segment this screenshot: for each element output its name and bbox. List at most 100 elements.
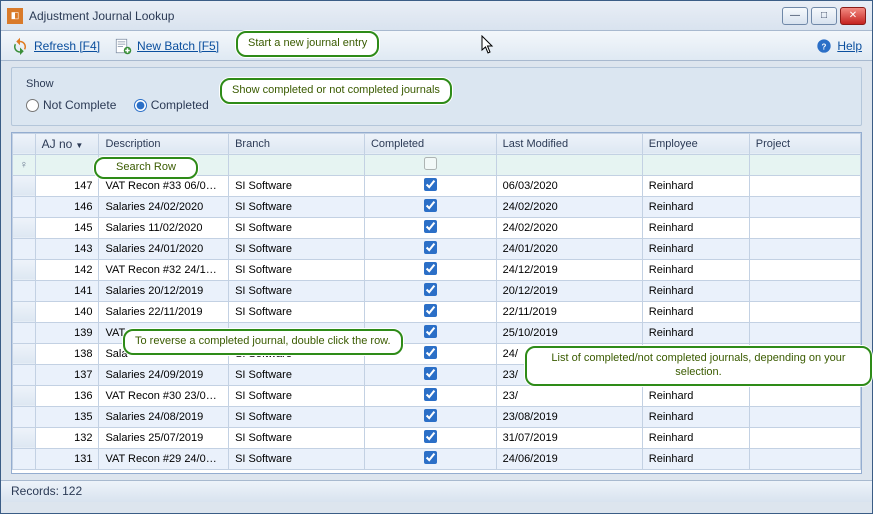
- cell-branch: SI Software: [229, 280, 365, 301]
- table-row[interactable]: 141Salaries 20/12/2019SI Software20/12/2…: [13, 280, 861, 301]
- table-row[interactable]: 146Salaries 24/02/2020SI Software24/02/2…: [13, 196, 861, 217]
- row-selector-header[interactable]: [13, 133, 36, 154]
- search-emp[interactable]: [642, 154, 749, 175]
- search-proj[interactable]: [749, 154, 860, 175]
- col-description[interactable]: Description: [99, 133, 229, 154]
- new-batch-button[interactable]: New Batch [F5]: [114, 37, 219, 55]
- cell-branch: SI Software: [229, 364, 365, 385]
- search-branch[interactable]: [229, 154, 365, 175]
- radio-not-complete[interactable]: Not Complete: [26, 98, 116, 112]
- cell-branch: SI Software: [229, 175, 365, 196]
- row-indicator: [13, 448, 36, 469]
- cell-emp: Reinhard: [642, 259, 749, 280]
- table-row[interactable]: 132Salaries 25/07/2019SI Software31/07/2…: [13, 427, 861, 448]
- cell-proj: [749, 196, 860, 217]
- callout-new-batch: Start a new journal entry: [236, 31, 379, 57]
- refresh-icon: [11, 37, 29, 55]
- search-aj[interactable]: [35, 154, 99, 175]
- cell-aj: 138: [35, 343, 99, 364]
- cell-mod: 24/12/2019: [496, 259, 642, 280]
- cell-emp: Reinhard: [642, 406, 749, 427]
- refresh-label: Refresh [F4]: [34, 39, 100, 53]
- col-last-modified[interactable]: Last Modified: [496, 133, 642, 154]
- cell-branch: SI Software: [229, 385, 365, 406]
- col-completed[interactable]: Completed: [364, 133, 496, 154]
- cell-branch: SI Software: [229, 406, 365, 427]
- cell-emp: Reinhard: [642, 385, 749, 406]
- records-label: Records:: [11, 484, 59, 498]
- minimize-button[interactable]: —: [782, 7, 808, 25]
- search-row-indicator-icon: ♀: [13, 154, 36, 175]
- cell-mod: 24/02/2020: [496, 196, 642, 217]
- table-row[interactable]: 145Salaries 11/02/2020SI Software24/02/2…: [13, 217, 861, 238]
- search-mod[interactable]: [496, 154, 642, 175]
- cell-desc: Salaries 24/01/2020: [99, 238, 229, 259]
- cell-proj: [749, 301, 860, 322]
- row-indicator: [13, 238, 36, 259]
- cell-completed: [364, 301, 496, 322]
- cell-desc: VAT Recon #32 24/12/...: [99, 259, 229, 280]
- cell-desc: Salaries 24/02/2020: [99, 196, 229, 217]
- cell-completed: [364, 406, 496, 427]
- table-row[interactable]: 142VAT Recon #32 24/12/...SI Software24/…: [13, 259, 861, 280]
- col-employee[interactable]: Employee: [642, 133, 749, 154]
- table-row[interactable]: 143Salaries 24/01/2020SI Software24/01/2…: [13, 238, 861, 259]
- cell-mod: 23/: [496, 385, 642, 406]
- search-completed[interactable]: [364, 154, 496, 175]
- row-indicator: [13, 280, 36, 301]
- close-button[interactable]: ✕: [840, 7, 866, 25]
- callout-list: List of completed/not completed journals…: [525, 346, 872, 386]
- new-batch-icon: [114, 37, 132, 55]
- table-row[interactable]: 136VAT Recon #30 23/08/...SI Software23/…: [13, 385, 861, 406]
- help-label: Help: [837, 39, 862, 53]
- cell-mod: 24/02/2020: [496, 217, 642, 238]
- refresh-button[interactable]: Refresh [F4]: [11, 37, 100, 55]
- cell-desc: VAT Recon #30 23/08/...: [99, 385, 229, 406]
- cell-desc: VAT Recon #29 24/06/...: [99, 448, 229, 469]
- cell-aj: 137: [35, 364, 99, 385]
- records-count: 122: [62, 484, 82, 498]
- cell-branch: SI Software: [229, 238, 365, 259]
- cell-mod: 25/10/2019: [496, 322, 642, 343]
- help-button[interactable]: ? Help: [816, 38, 862, 54]
- col-project[interactable]: Project: [749, 133, 860, 154]
- row-indicator: [13, 322, 36, 343]
- journal-table: AJ no▼ Description Branch Completed Last…: [12, 133, 861, 470]
- cell-completed: [364, 196, 496, 217]
- cell-desc: Salaries 25/07/2019: [99, 427, 229, 448]
- row-indicator: [13, 301, 36, 322]
- maximize-button[interactable]: □: [811, 7, 837, 25]
- cell-mod: 24/06/2019: [496, 448, 642, 469]
- cell-emp: Reinhard: [642, 175, 749, 196]
- cell-branch: SI Software: [229, 301, 365, 322]
- col-branch[interactable]: Branch: [229, 133, 365, 154]
- cell-mod: 22/11/2019: [496, 301, 642, 322]
- table-row[interactable]: 135Salaries 24/08/2019SI Software23/08/2…: [13, 406, 861, 427]
- cell-proj: [749, 385, 860, 406]
- radio-completed-label: Completed: [151, 98, 209, 112]
- cell-mod: 24/01/2020: [496, 238, 642, 259]
- callout-search-row: Search Row: [94, 157, 198, 179]
- table-row[interactable]: 131VAT Recon #29 24/06/...SI Software24/…: [13, 448, 861, 469]
- row-indicator: [13, 175, 36, 196]
- col-aj-no[interactable]: AJ no▼: [35, 133, 99, 154]
- cell-emp: Reinhard: [642, 217, 749, 238]
- new-batch-label: New Batch [F5]: [137, 39, 219, 53]
- row-indicator: [13, 217, 36, 238]
- window-title: Adjustment Journal Lookup: [29, 9, 779, 23]
- cell-aj: 135: [35, 406, 99, 427]
- row-indicator: [13, 259, 36, 280]
- header-row: AJ no▼ Description Branch Completed Last…: [13, 133, 861, 154]
- svg-text:?: ?: [822, 42, 827, 51]
- cell-aj: 140: [35, 301, 99, 322]
- cell-completed: [364, 259, 496, 280]
- radio-completed[interactable]: Completed: [134, 98, 209, 112]
- sort-desc-icon: ▼: [75, 141, 83, 150]
- status-bar: Records: 122: [1, 480, 872, 502]
- grid[interactable]: AJ no▼ Description Branch Completed Last…: [11, 132, 862, 474]
- table-row[interactable]: 140Salaries 22/11/2019SI Software22/11/2…: [13, 301, 861, 322]
- cell-aj: 131: [35, 448, 99, 469]
- cell-completed: [364, 238, 496, 259]
- cell-proj: [749, 280, 860, 301]
- cell-proj: [749, 259, 860, 280]
